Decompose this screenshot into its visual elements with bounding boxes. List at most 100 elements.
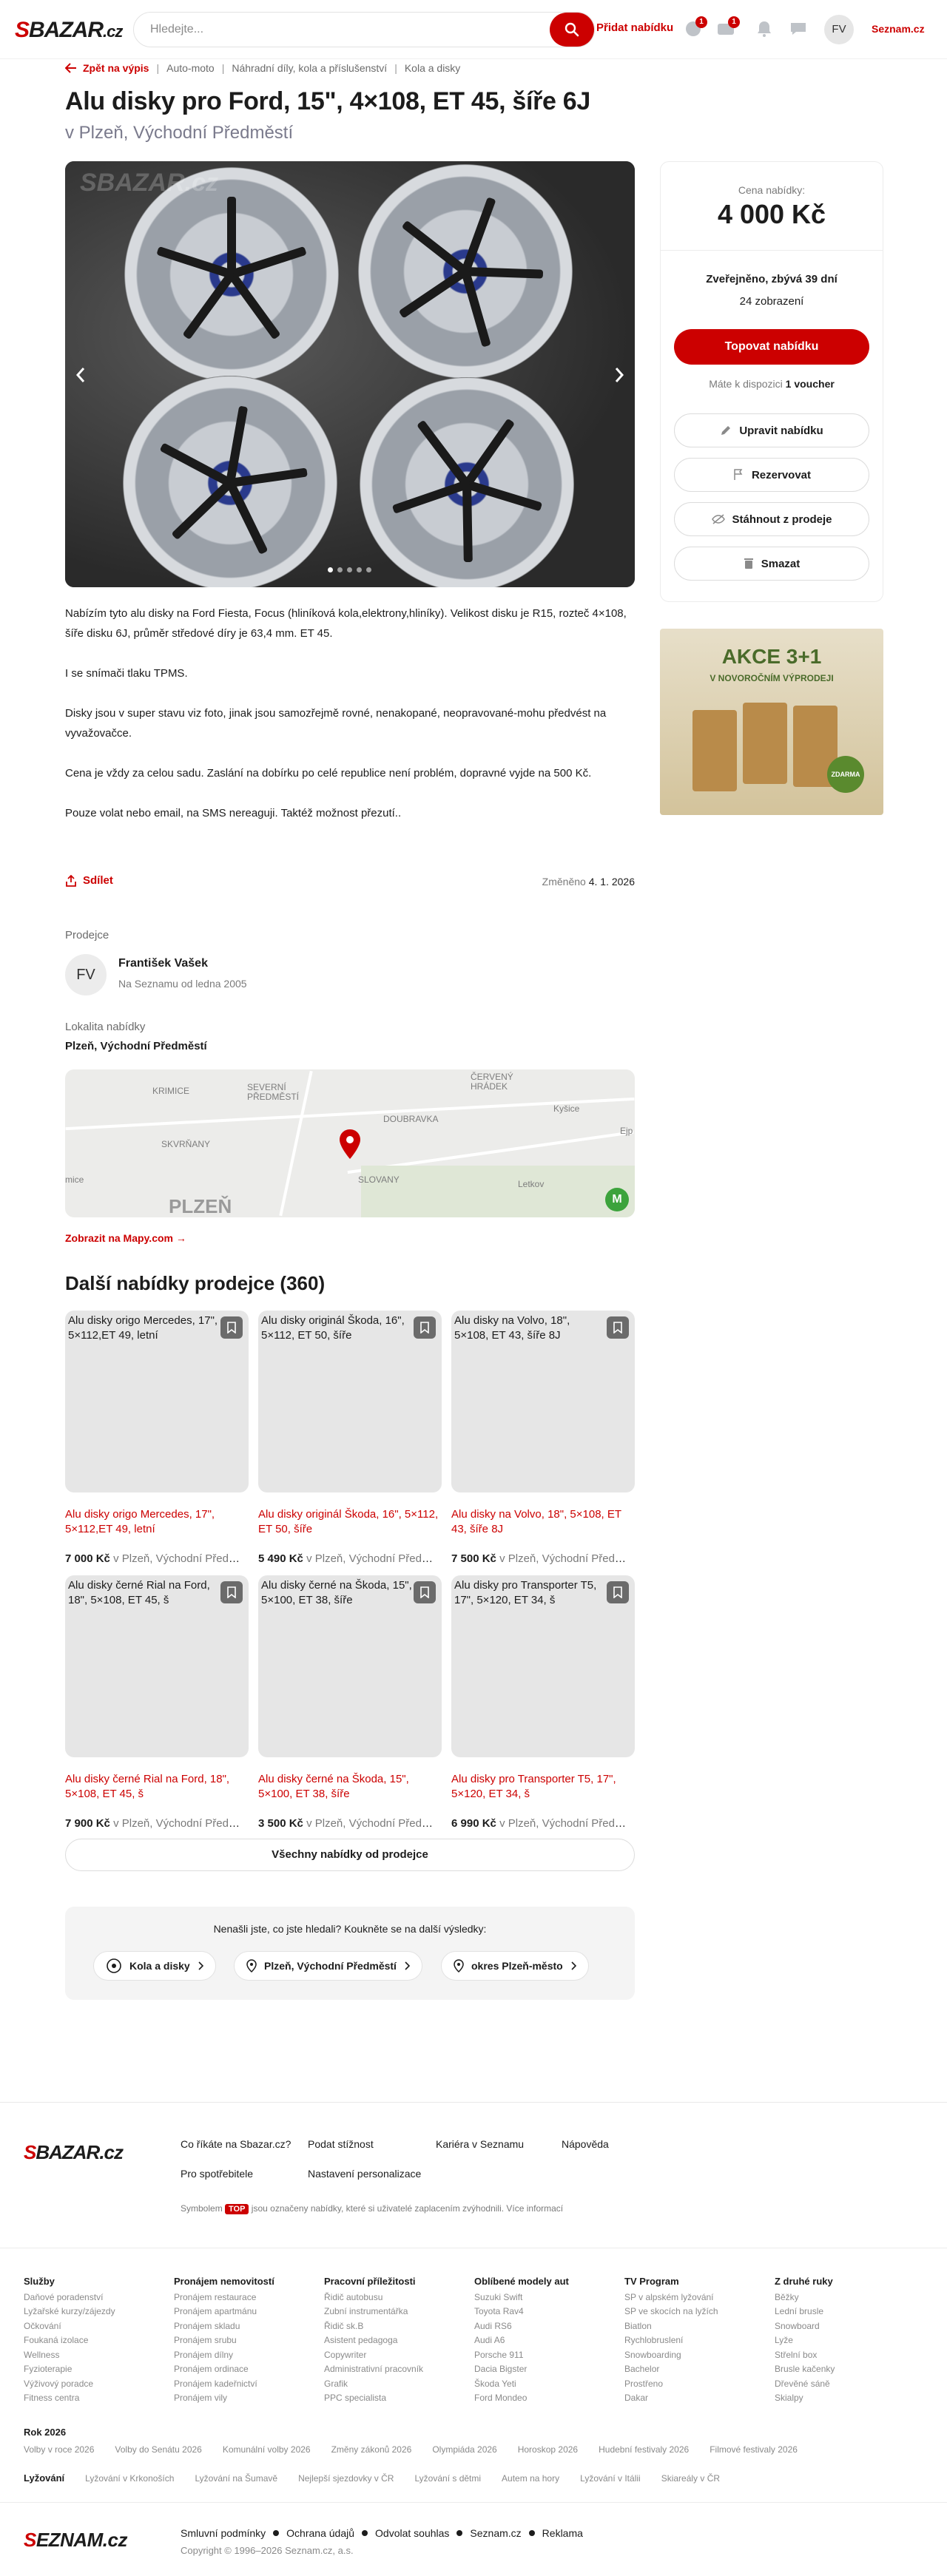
footer-column-link[interactable]: Administrativní pracovník — [324, 2362, 423, 2377]
year-link[interactable]: Hudební festivaly 2026 — [599, 2444, 689, 2455]
offer-image[interactable]: Alu disky originál Škoda, 16", 5×112, ET… — [258, 1311, 442, 1492]
offer-image[interactable]: Alu disky origo Mercedes, 17", 5×112,ET … — [65, 1311, 249, 1492]
top-offer-button[interactable]: Topovat nabídku — [674, 329, 869, 365]
chat-button[interactable] — [789, 19, 808, 38]
save-offer-button[interactable] — [414, 1581, 436, 1603]
offer-card[interactable]: Alu disky na Volvo, 18", 5×108, ET 43, š… — [451, 1311, 635, 1566]
footer-column-link[interactable]: Škoda Yeti — [474, 2377, 569, 2392]
footer-column-link[interactable]: Suzuki Swift — [474, 2291, 569, 2305]
all-offers-button[interactable]: Všechny nabídky od prodejce — [65, 1839, 635, 1871]
footer-column-link[interactable]: Dacia Bigster — [474, 2362, 569, 2377]
footer-column-link[interactable]: Audi RS6 — [474, 2319, 569, 2334]
chip-district[interactable]: okres Plzeň-město — [441, 1951, 589, 1981]
offer-card[interactable]: Alu disky pro Transporter T5, 17", 5×120… — [451, 1575, 635, 1831]
footer-column-link[interactable]: Fitness centra — [24, 2391, 115, 2406]
gallery-next-button[interactable] — [614, 365, 624, 388]
footer-column-link[interactable]: Řidič autobusu — [324, 2291, 423, 2305]
footer-link[interactable]: Kariéra v Seznamu — [436, 2138, 524, 2150]
footer-column-link[interactable]: Výživový poradce — [24, 2377, 115, 2392]
footer-column-link[interactable]: Pronájem restaurace — [174, 2291, 274, 2305]
footer-column-link[interactable]: Lední brusle — [775, 2305, 835, 2319]
year-link[interactable]: Volby do Senátu 2026 — [115, 2444, 201, 2455]
user-avatar[interactable]: FV — [824, 15, 854, 44]
footer-link[interactable]: Podat stížnost — [308, 2138, 374, 2150]
footer-column-link[interactable]: Očkování — [24, 2319, 115, 2334]
footer-column-link[interactable]: Bachelor — [624, 2362, 718, 2377]
footer-column-link[interactable]: Toyota Rav4 — [474, 2305, 569, 2319]
offer-title[interactable]: Alu disky černé Rial na Ford, 18", 5×108… — [65, 1772, 249, 1816]
legal-link[interactable]: Reklama — [542, 2527, 583, 2539]
location-map[interactable]: KRIMICE SEVERNÍ PŘEDMĚSTÍ ČERVENÝ HRÁDEK… — [65, 1069, 635, 1217]
save-offer-button[interactable] — [220, 1581, 243, 1603]
breadcrumb-item[interactable]: Kola a disky — [405, 62, 460, 74]
seznam-link[interactable]: Seznam.cz — [872, 23, 925, 35]
footer-column-link[interactable]: Dřevěné sáně — [775, 2377, 835, 2392]
breadcrumb-item[interactable]: Auto-moto — [166, 62, 215, 74]
sbazar-logo[interactable]: SBAZAR.cz — [15, 18, 123, 43]
gallery-dot[interactable] — [328, 567, 333, 572]
year-link[interactable]: Olympiáda 2026 — [432, 2444, 496, 2455]
edit-offer-button[interactable]: Upravit nabídku — [674, 413, 869, 447]
footer-column-link[interactable]: Copywriter — [324, 2348, 423, 2363]
offer-image[interactable]: Alu disky na Volvo, 18", 5×108, ET 43, š… — [451, 1311, 635, 1492]
legal-link[interactable]: Seznam.cz — [470, 2527, 521, 2539]
footer-column-link[interactable]: Wellness — [24, 2348, 115, 2363]
ski-link[interactable]: Lyžování na Šumavě — [195, 2473, 277, 2484]
year-link[interactable]: Komunální volby 2026 — [223, 2444, 311, 2455]
footer-column-link[interactable]: Snowboard — [775, 2319, 835, 2334]
offer-title[interactable]: Alu disky na Volvo, 18", 5×108, ET 43, š… — [451, 1507, 635, 1552]
footer-column-link[interactable]: Porsche 911 — [474, 2348, 569, 2363]
seller-avatar[interactable]: FV — [65, 954, 107, 995]
footer-link[interactable]: Nápověda — [562, 2138, 609, 2150]
ski-link[interactable]: Lyžování s dětmi — [414, 2473, 481, 2484]
footer-column-link[interactable]: Asistent pedagoga — [324, 2333, 423, 2348]
offer-title[interactable]: Alu disky černé na Škoda, 15", 5×100, ET… — [258, 1772, 442, 1816]
offer-image[interactable]: Alu disky pro Transporter T5, 17", 5×120… — [451, 1575, 635, 1757]
footer-link[interactable]: Pro spotřebitele — [181, 2168, 253, 2180]
reserve-button[interactable]: Rezervovat — [674, 458, 869, 492]
chip-category[interactable]: Kola a disky — [93, 1951, 216, 1981]
year-link[interactable]: Horoskop 2026 — [518, 2444, 578, 2455]
add-offer-link[interactable]: Přidat nabídku — [596, 21, 673, 34]
offer-card[interactable]: Alu disky černé Rial na Ford, 18", 5×108… — [65, 1575, 249, 1831]
footer-column-link[interactable]: Foukaná izolace — [24, 2333, 115, 2348]
seznam-logo[interactable]: SEZNAM.cz — [24, 2529, 127, 2552]
ski-link[interactable]: Lyžování v Itálii — [580, 2473, 641, 2484]
share-button[interactable]: Sdílet — [65, 874, 113, 887]
footer-column-link[interactable]: Běžky — [775, 2291, 835, 2305]
seller-name[interactable]: František Vašek — [118, 957, 208, 970]
footer-column-link[interactable]: Biatlon — [624, 2319, 718, 2334]
favorites-button[interactable]: 1 — [684, 16, 707, 38]
footer-column-link[interactable]: Snowboarding — [624, 2348, 718, 2363]
gallery-dot[interactable] — [337, 567, 343, 572]
show-on-map-link[interactable]: Zobrazit na Mapy.com → — [65, 1232, 186, 1244]
footer-column-link[interactable]: Rychlobruslení — [624, 2333, 718, 2348]
save-offer-button[interactable] — [607, 1316, 629, 1339]
footer-column-link[interactable]: Audi A6 — [474, 2333, 569, 2348]
notifications-button[interactable] — [755, 19, 774, 38]
footer-column-link[interactable]: Grafik — [324, 2377, 423, 2392]
footer-column-link[interactable]: Pronájem skladu — [174, 2319, 274, 2334]
footer-sbazar-logo[interactable]: SBAZAR.cz — [24, 2141, 124, 2164]
year-link[interactable]: Filmové festivaly 2026 — [710, 2444, 798, 2455]
offer-title[interactable]: Alu disky pro Transporter T5, 17", 5×120… — [451, 1772, 635, 1816]
footer-column-link[interactable]: Lyže — [775, 2333, 835, 2348]
back-link[interactable]: Zpět na výpis — [65, 62, 149, 74]
year-link[interactable]: Změny zákonů 2026 — [331, 2444, 412, 2455]
year-link[interactable]: Volby v roce 2026 — [24, 2444, 94, 2455]
footer-column-link[interactable]: Skialpy — [775, 2391, 835, 2406]
ski-link[interactable]: Lyžování v Krkonoších — [85, 2473, 174, 2484]
messages-button[interactable]: 1 — [716, 16, 740, 38]
footer-column-link[interactable]: PPC specialista — [324, 2391, 423, 2406]
footer-column-link[interactable]: SP ve skocích na lyžích — [624, 2305, 718, 2319]
footer-link[interactable]: Co říkáte na Sbazar.cz? — [181, 2138, 291, 2150]
photo-gallery[interactable]: SBAZAR.cz — [65, 161, 635, 587]
offer-title[interactable]: Alu disky origo Mercedes, 17", 5×112,ET … — [65, 1507, 249, 1552]
chip-location[interactable]: Plzeň, Východní Předměstí — [234, 1951, 422, 1981]
search-input[interactable] — [150, 23, 520, 36]
offer-card[interactable]: Alu disky černé na Škoda, 15", 5×100, ET… — [258, 1575, 442, 1831]
footer-column-link[interactable]: Pronájem dílny — [174, 2348, 274, 2363]
footer-column-link[interactable]: Ford Mondeo — [474, 2391, 569, 2406]
search-button[interactable] — [550, 13, 594, 47]
gallery-prev-button[interactable] — [75, 365, 86, 388]
